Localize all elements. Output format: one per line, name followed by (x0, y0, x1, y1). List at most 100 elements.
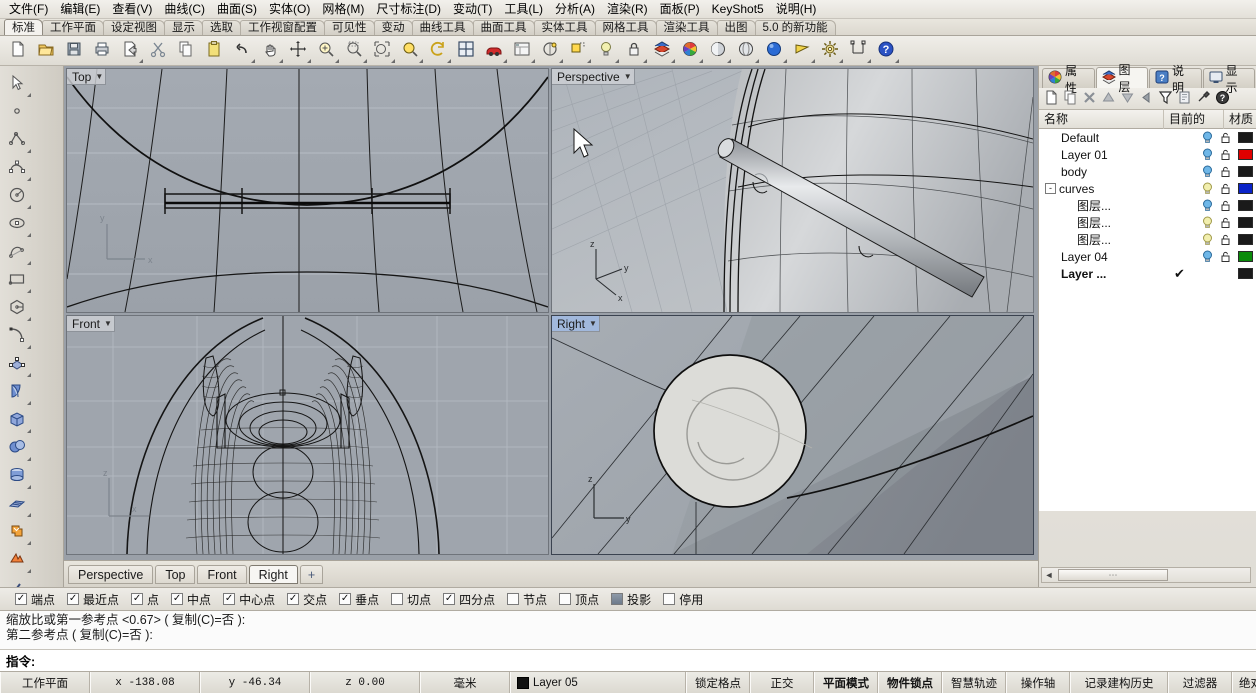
menu-item-13[interactable]: KeyShot5 (706, 0, 770, 18)
lock-button[interactable] (620, 38, 648, 64)
toolbar-tab-7[interactable]: 变动 (374, 20, 413, 35)
checkbox-icon[interactable] (223, 593, 235, 605)
layer-current-cell[interactable]: ✔ (1164, 266, 1198, 282)
command-history[interactable]: 缩放比或第一参考点 <0.67> ( 复制(C)=否 ): 第二参考点 ( 复制… (0, 611, 1256, 643)
layer-horizontal-scrollbar[interactable]: ◄ ⋯ (1041, 567, 1251, 583)
copy-button[interactable] (172, 38, 200, 64)
coordinate-z[interactable]: z 0.00 (310, 672, 420, 693)
menu-item-3[interactable]: 曲线(C) (158, 0, 211, 18)
checkbox-icon[interactable] (443, 593, 455, 605)
osnap-item-9[interactable]: 节点 (502, 591, 552, 608)
current-layer-indicator[interactable]: Layer 05 (510, 672, 686, 693)
ghosted-sphere-button[interactable] (732, 38, 760, 64)
flyout-arrow-icon[interactable] (27, 149, 31, 153)
layer-lock-toggle[interactable] (1216, 131, 1234, 144)
toolbar-tab-10[interactable]: 实体工具 (534, 20, 596, 35)
checkbox-icon[interactable] (663, 593, 675, 605)
command-input[interactable] (37, 652, 1256, 670)
status-toggle-2[interactable]: 平面模式 (814, 672, 878, 693)
sphere-button[interactable] (2, 434, 32, 462)
flyout-arrow-icon[interactable] (699, 59, 703, 63)
layout-button[interactable] (508, 38, 536, 64)
color-wheel-button[interactable] (676, 38, 704, 64)
new-layer-button[interactable] (1042, 90, 1060, 108)
toolbar-tab-12[interactable]: 渲染工具 (656, 20, 718, 35)
layer-color-swatch[interactable] (1234, 200, 1256, 211)
boolean-split-button[interactable] (2, 546, 32, 574)
right-panel-tab-2[interactable]: ?说明 (1149, 68, 1202, 88)
mesh-plane-button[interactable] (2, 490, 32, 518)
layer-expander-icon[interactable]: - (1045, 183, 1056, 194)
osnap-item-6[interactable]: 垂点 (334, 591, 384, 608)
move-button[interactable] (284, 38, 312, 64)
osnap-item-5[interactable]: 交点 (282, 591, 332, 608)
menu-item-6[interactable]: 网格(M) (316, 0, 370, 18)
flyout-arrow-icon[interactable] (895, 59, 899, 63)
layer-name-cell[interactable]: Layer 01 (1039, 148, 1164, 162)
menu-item-10[interactable]: 分析(A) (549, 0, 601, 18)
menu-item-12[interactable]: 面板(P) (654, 0, 706, 18)
viewport-tab-top[interactable]: Top (155, 565, 195, 584)
flyout-arrow-icon[interactable] (27, 93, 31, 97)
layer-row[interactable]: Layer 04 (1039, 248, 1256, 265)
right-panel-tab-1[interactable]: 图层 (1096, 67, 1149, 88)
status-toggle-4[interactable]: 智慧轨迹 (942, 672, 1006, 693)
flyout-arrow-icon[interactable] (531, 59, 535, 63)
zoom-in-button[interactable] (312, 38, 340, 64)
layer-lock-toggle[interactable] (1216, 182, 1234, 195)
flyout-arrow-icon[interactable] (839, 59, 843, 63)
viewport-right[interactable]: z y Right ▼ (551, 315, 1034, 555)
menu-item-11[interactable]: 渲染(R) (601, 0, 654, 18)
checkbox-icon[interactable] (507, 593, 519, 605)
toolbar-tab-5[interactable]: 工作视窗配置 (240, 20, 325, 35)
right-panel-tab-3[interactable]: 显示 (1203, 68, 1256, 88)
menu-item-14[interactable]: 说明(H) (770, 0, 823, 18)
flyout-arrow-icon[interactable] (307, 59, 311, 63)
toolbar-tab-0[interactable]: 标准 (4, 19, 43, 35)
four-viewport-button[interactable] (452, 38, 480, 64)
cplane-indicator[interactable]: 工作平面 (0, 672, 90, 693)
cylinder-button[interactable] (2, 462, 32, 490)
zoom-selected-button[interactable] (396, 38, 424, 64)
flyout-arrow-icon[interactable] (27, 401, 31, 405)
chevron-down-icon[interactable]: ▼ (95, 72, 103, 81)
osnap-item-10[interactable]: 顶点 (554, 591, 604, 608)
point-button[interactable] (2, 98, 32, 126)
menu-item-8[interactable]: 变动(T) (447, 0, 498, 18)
layer-visibility-toggle[interactable] (1198, 131, 1216, 144)
viewport-tab-right[interactable]: Right (249, 565, 298, 584)
flyout-arrow-icon[interactable] (139, 59, 143, 63)
chevron-down-icon[interactable]: ▼ (589, 319, 597, 328)
flyout-arrow-icon[interactable] (559, 59, 563, 63)
circle-button[interactable] (2, 182, 32, 210)
checkbox-icon[interactable] (67, 593, 79, 605)
toolbar-tab-1[interactable]: 工作平面 (42, 20, 104, 35)
layer-color-swatch[interactable] (1234, 234, 1256, 245)
car-render-button[interactable] (480, 38, 508, 64)
layer-visibility-toggle[interactable] (1198, 165, 1216, 178)
checkbox-icon[interactable] (611, 593, 623, 605)
polyline-button[interactable] (2, 126, 32, 154)
layer-name-cell[interactable]: Default (1039, 131, 1164, 145)
toolbar-tab-6[interactable]: 可见性 (324, 20, 375, 35)
coordinate-x[interactable]: x -138.08 (90, 672, 200, 693)
layer-lock-toggle[interactable] (1216, 165, 1234, 178)
surface-from-points-button[interactable] (2, 350, 32, 378)
delete-layer-button[interactable] (1080, 90, 1098, 108)
units-indicator[interactable]: 毫米 (420, 672, 510, 693)
flyout-arrow-icon[interactable] (27, 177, 31, 181)
status-toggle-5[interactable]: 操作轴 (1006, 672, 1070, 693)
paste-button[interactable] (200, 38, 228, 64)
menu-item-5[interactable]: 实体(O) (263, 0, 316, 18)
copy-layer-button[interactable] (1061, 90, 1079, 108)
layer-visibility-toggle[interactable] (1198, 216, 1216, 229)
move-layer-up-button[interactable] (1099, 90, 1117, 108)
viewport-right-label[interactable]: Right ▼ (552, 316, 600, 332)
flyout-arrow-icon[interactable] (27, 373, 31, 377)
flyout-arrow-icon[interactable] (27, 485, 31, 489)
layer-name-cell[interactable]: 图层... (1039, 214, 1164, 231)
scrollbar-thumb[interactable]: ⋯ (1058, 569, 1168, 581)
toolbar-tab-13[interactable]: 出图 (717, 20, 756, 35)
osnap-item-8[interactable]: 四分点 (438, 591, 500, 608)
flyout-arrow-icon[interactable] (391, 59, 395, 63)
